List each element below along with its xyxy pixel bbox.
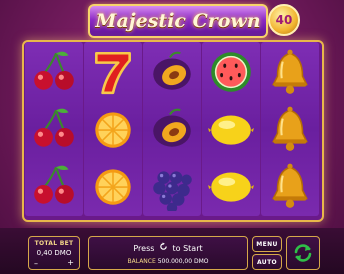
lines-badge: 40 — [268, 4, 300, 36]
seven-icon — [95, 51, 131, 95]
bell-icon — [272, 163, 308, 208]
cherry-icon — [34, 108, 74, 147]
menu-label: MENU — [256, 240, 278, 248]
spin-small-icon — [159, 242, 168, 253]
cherry-icon — [34, 51, 74, 90]
start-text-1: Press — [133, 244, 155, 253]
auto-button[interactable]: AUTO — [252, 254, 282, 270]
refresh-icon — [160, 242, 167, 250]
start-text-2: to Start — [172, 244, 203, 253]
bet-decrease-button[interactable]: – — [34, 259, 38, 268]
lines-count: 40 — [275, 13, 293, 27]
spin-icon — [294, 244, 312, 262]
total-bet-label: TOTAL BET — [34, 240, 74, 247]
bell-icon — [272, 106, 308, 151]
cherry-icon — [34, 165, 74, 204]
game-title-banner: Majestic Crown — [88, 4, 268, 38]
game-scene: Majestic Crown 40 TOTAL BET 0,40 DMO – +… — [0, 0, 344, 274]
start-message: Press to Start — [89, 242, 247, 253]
watermelon-icon — [211, 52, 251, 92]
orange-icon — [95, 112, 131, 148]
menu-button[interactable]: MENU — [252, 236, 282, 252]
balance-label: BALANCE — [127, 258, 156, 265]
total-bet-value: 0,40 DMO — [36, 249, 72, 257]
lemon-icon — [208, 172, 254, 202]
bell-icon — [272, 49, 308, 94]
orange-icon — [95, 169, 131, 205]
total-bet-panel: TOTAL BET 0,40 DMO – + — [28, 236, 80, 270]
plum-icon — [153, 108, 191, 147]
balance-row: BALANCE 500.000,00 DMO — [89, 258, 247, 265]
game-title: Majestic Crown — [95, 10, 261, 32]
spin-button[interactable] — [286, 236, 320, 270]
message-panel: Press to Start BALANCE 500.000,00 DMO — [88, 236, 248, 270]
bet-increase-button[interactable]: + — [67, 258, 74, 267]
plum-icon — [153, 51, 191, 90]
auto-label: AUTO — [256, 258, 278, 266]
grapes-icon — [153, 171, 192, 211]
lemon-icon — [208, 115, 254, 145]
balance-value: 500.000,00 DMO — [157, 258, 209, 265]
